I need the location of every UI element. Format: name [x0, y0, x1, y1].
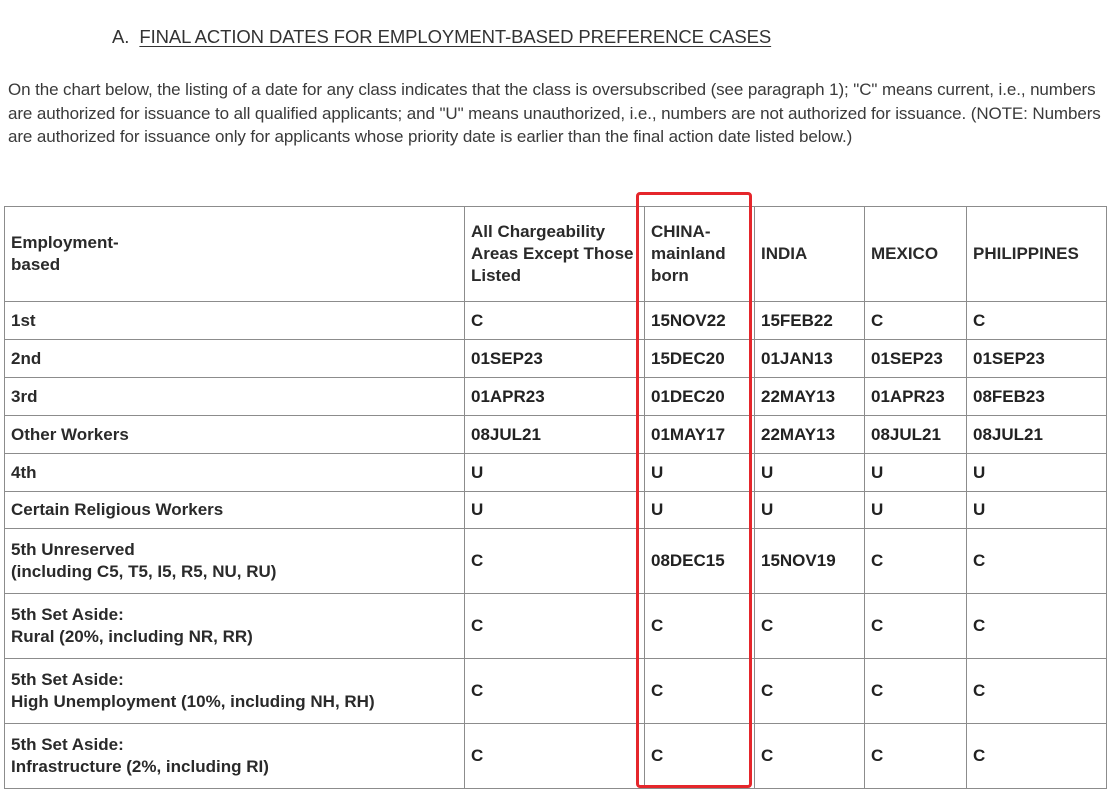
row-category-label: 5th Set Aside:: [11, 605, 124, 624]
cell-all-chargeability: C: [464, 528, 645, 594]
section-letter: A.: [112, 26, 130, 47]
cell-mexico: C: [864, 658, 967, 724]
cell-all-chargeability: C: [464, 658, 645, 724]
table-row: 3rd 01APR23 01DEC20 22MAY13 01APR23 08FEB23: [4, 377, 1107, 416]
table-row: 1st C 15NOV22 15FEB22 C C: [4, 301, 1107, 340]
row-category: 2nd: [4, 339, 465, 378]
row-category-sublabel: High Unemployment (10%, including NH, RH…: [11, 692, 375, 711]
cell-all-chargeability: U: [464, 453, 645, 492]
table-row: 5th Set Aside: Rural (20%, including NR, …: [4, 593, 1107, 659]
cell-all-chargeability: 08JUL21: [464, 415, 645, 454]
row-category-sublabel: Infrastructure (2%, including RI): [11, 757, 269, 776]
row-category: Certain Religious Workers: [4, 491, 465, 529]
row-category: 3rd: [4, 377, 465, 416]
header-china: CHINA-mainland born: [644, 206, 755, 302]
row-category-label: 3rd: [11, 386, 38, 406]
cell-all-chargeability: U: [464, 491, 645, 529]
cell-philippines: U: [966, 453, 1107, 492]
row-category-label: Certain Religious Workers: [11, 500, 224, 519]
row-category: 4th: [4, 453, 465, 492]
cell-india: U: [754, 491, 865, 529]
header-employment-based: Employment-based: [4, 206, 465, 302]
row-category: Other Workers: [4, 415, 465, 454]
row-category-label: 5th Set Aside:: [11, 735, 124, 754]
section-heading: A. FINAL ACTION DATES FOR EMPLOYMENT-BAS…: [112, 26, 771, 48]
cell-mexico: 01SEP23: [864, 339, 967, 378]
cell-china: U: [644, 491, 755, 529]
table-row: Other Workers 08JUL21 01MAY17 22MAY13 08JUL2…: [4, 415, 1107, 454]
cell-china: 15NOV22: [644, 301, 755, 340]
row-category: 5th Set Aside: Infrastructure (2%, includ…: [4, 723, 465, 789]
row-category-label: 5th Set Aside:: [11, 670, 124, 689]
cell-mexico: C: [864, 301, 967, 340]
cell-china: C: [644, 723, 755, 789]
cell-mexico: U: [864, 491, 967, 529]
final-action-dates-table: Employment-based All Chargeability Areas…: [4, 206, 1107, 789]
cell-india: 01JAN13: [754, 339, 865, 378]
table-row: 2nd 01SEP23 15DEC20 01JAN13 01SEP23 01SEP23: [4, 339, 1107, 378]
row-category-label: Other Workers: [11, 424, 129, 444]
cell-india: U: [754, 453, 865, 492]
table-row: 4th U U U U U: [4, 453, 1107, 492]
cell-mexico: C: [864, 723, 967, 789]
row-category: 5th Set Aside: High Unemployment (10%, in…: [4, 658, 465, 724]
cell-philippines: C: [966, 658, 1107, 724]
row-category: 5th Set Aside: Rural (20%, including NR, …: [4, 593, 465, 659]
cell-all-chargeability: 01SEP23: [464, 339, 645, 378]
row-category: 1st: [4, 301, 465, 340]
cell-india: C: [754, 723, 865, 789]
cell-philippines: 01SEP23: [966, 339, 1107, 378]
cell-india: C: [754, 658, 865, 724]
cell-china: C: [644, 658, 755, 724]
cell-philippines: 08JUL21: [966, 415, 1107, 454]
row-category-sublabel: (including C5, T5, I5, R5, NU, RU): [11, 562, 277, 581]
cell-mexico: C: [864, 593, 967, 659]
cell-philippines: C: [966, 593, 1107, 659]
cell-philippines: C: [966, 301, 1107, 340]
intro-paragraph: On the chart below, the listing of a dat…: [8, 80, 1101, 146]
row-category-label: 4th: [11, 462, 37, 482]
cell-china: 15DEC20: [644, 339, 755, 378]
cell-china: C: [644, 593, 755, 659]
header-india: INDIA: [754, 206, 865, 302]
cell-all-chargeability: C: [464, 723, 645, 789]
section-title: FINAL ACTION DATES FOR EMPLOYMENT-BASED …: [139, 26, 772, 47]
table-row: 5th Set Aside: Infrastructure (2%, includ…: [4, 723, 1107, 789]
table-row: 5th Unreserved (including C5, T5, I5, R5,…: [4, 528, 1107, 594]
cell-philippines: 08FEB23: [966, 377, 1107, 416]
row-category-label: 2nd: [11, 348, 42, 368]
cell-mexico: 08JUL21: [864, 415, 967, 454]
row-category-sublabel: Rural (20%, including NR, RR): [11, 627, 253, 646]
cell-china: 01DEC20: [644, 377, 755, 416]
row-category: 5th Unreserved (including C5, T5, I5, R5,…: [4, 528, 465, 594]
cell-all-chargeability: 01APR23: [464, 377, 645, 416]
cell-india: C: [754, 593, 865, 659]
table-header-row: Employment-based All Chargeability Areas…: [4, 206, 1107, 302]
table-row: 5th Set Aside: High Unemployment (10%, in…: [4, 658, 1107, 724]
table-row: Certain Religious Workers U U U U U: [4, 491, 1107, 529]
row-category-label: 5th Unreserved: [11, 540, 135, 559]
cell-china: U: [644, 453, 755, 492]
cell-india: 22MAY13: [754, 377, 865, 416]
cell-india: 15NOV19: [754, 528, 865, 594]
row-category-label: 1st: [11, 310, 36, 330]
cell-all-chargeability: C: [464, 301, 645, 340]
cell-philippines: U: [966, 491, 1107, 529]
cell-mexico: C: [864, 528, 967, 594]
header-all-chargeability: All Chargeability Areas Except Those Lis…: [464, 206, 645, 302]
cell-india: 22MAY13: [754, 415, 865, 454]
cell-china: 08DEC15: [644, 528, 755, 594]
cell-india: 15FEB22: [754, 301, 865, 340]
cell-china: 01MAY17: [644, 415, 755, 454]
cell-all-chargeability: C: [464, 593, 645, 659]
cell-mexico: 01APR23: [864, 377, 967, 416]
cell-philippines: C: [966, 528, 1107, 594]
header-mexico: MEXICO: [864, 206, 967, 302]
cell-mexico: U: [864, 453, 967, 492]
header-philippines: PHILIPPINES: [966, 206, 1107, 302]
cell-philippines: C: [966, 723, 1107, 789]
